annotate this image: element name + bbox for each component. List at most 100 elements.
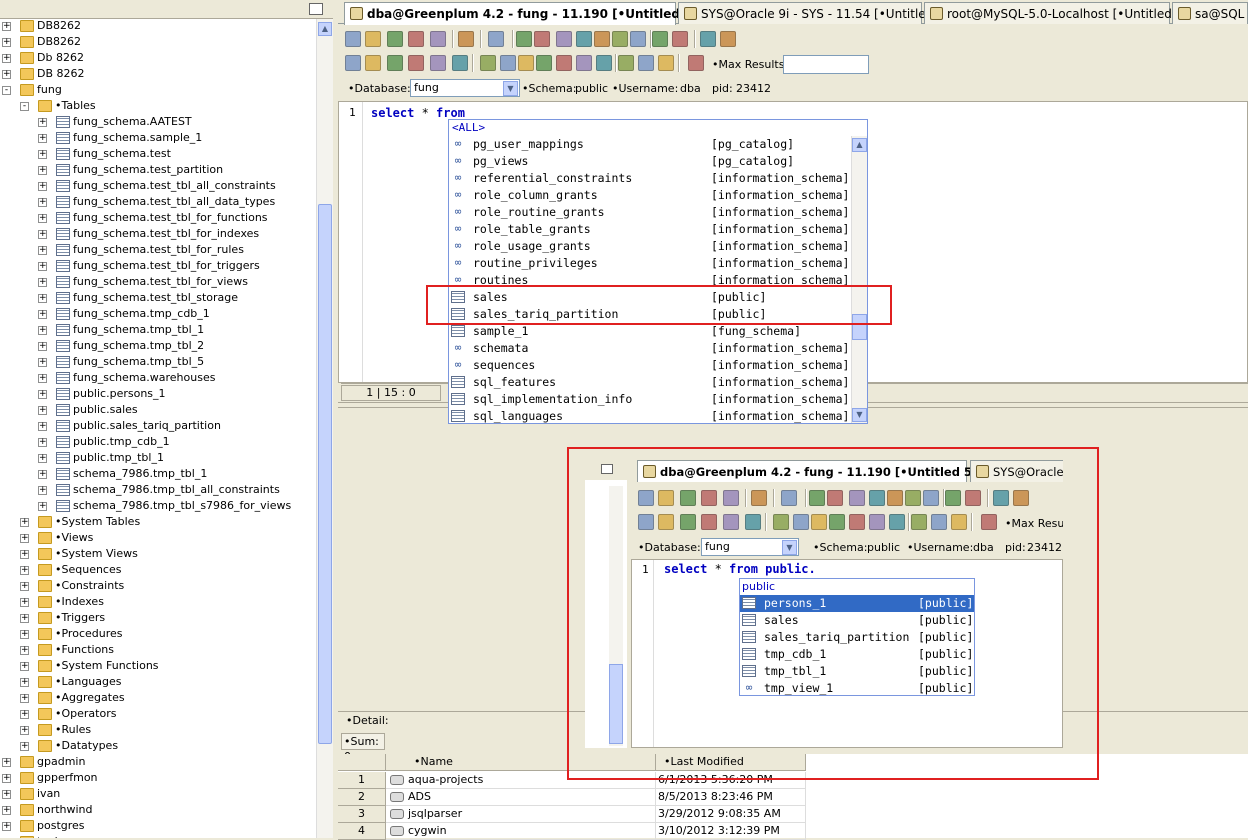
toolbar-button-icon[interactable] xyxy=(630,31,646,47)
tree-node[interactable]: + •System Functions xyxy=(0,658,316,674)
toolbar-button-icon[interactable] xyxy=(516,31,532,47)
autocomplete-item[interactable]: ∞ schemata [information_schema] xyxy=(449,340,851,357)
tree-node[interactable]: + fung_schema.tmp_cdb_1 xyxy=(0,306,316,322)
expand-icon[interactable]: + xyxy=(38,470,47,479)
toolbar-button-icon[interactable] xyxy=(556,55,572,71)
tree-node[interactable]: + public.sales xyxy=(0,402,316,418)
toolbar-button-icon[interactable] xyxy=(365,55,381,71)
database-select[interactable]: fung ▼ xyxy=(410,79,520,97)
expand-icon[interactable]: + xyxy=(38,406,47,415)
expand-icon[interactable]: + xyxy=(20,710,29,719)
autocomplete-item[interactable]: ∞ sequences [information_schema] xyxy=(449,357,851,374)
autocomplete-item[interactable]: ∞ role_routine_grants [information_schema] xyxy=(449,204,851,221)
expand-icon[interactable]: + xyxy=(38,310,47,319)
tree-node[interactable]: + fung_schema.test_tbl_for_functions xyxy=(0,210,316,226)
tree-node[interactable]: + •Triggers xyxy=(0,610,316,626)
autocomplete-item[interactable]: sql_features [information_schema] xyxy=(449,374,851,391)
expand-icon[interactable]: + xyxy=(20,534,29,543)
toolbar-button-icon[interactable] xyxy=(594,31,610,47)
tree-node[interactable]: + fung_schema.sample_1 xyxy=(0,130,316,146)
toolbar-button-icon[interactable] xyxy=(652,31,668,47)
expand-icon[interactable]: + xyxy=(20,598,29,607)
tree-node[interactable]: + DB8262 xyxy=(0,34,316,50)
tree-node[interactable]: + ivan xyxy=(0,786,316,802)
expand-icon[interactable]: + xyxy=(38,134,47,143)
expand-icon[interactable]: + xyxy=(38,294,47,303)
toolbar-button-icon[interactable] xyxy=(638,55,654,71)
tree-node[interactable]: + fung_schema.test_tbl_for_views xyxy=(0,274,316,290)
autocomplete-item[interactable]: sql_implementation_info [information_sche… xyxy=(449,391,851,408)
scroll-up-icon[interactable]: ▲ xyxy=(852,138,867,152)
restore-icon[interactable] xyxy=(309,3,323,15)
expand-icon[interactable]: + xyxy=(20,742,29,751)
toolbar-button-icon[interactable] xyxy=(534,31,550,47)
tree-node[interactable]: - fung xyxy=(0,82,316,98)
collapse-icon[interactable]: - xyxy=(20,102,29,111)
expand-icon[interactable]: + xyxy=(38,502,47,511)
tab-greenplum[interactable]: dba@Greenplum 4.2 - fung - 11.190 [•Unti… xyxy=(344,2,722,25)
toolbar-button-icon[interactable] xyxy=(576,31,592,47)
toolbar-button-icon[interactable] xyxy=(556,31,572,47)
expand-icon[interactable]: + xyxy=(2,758,11,767)
toolbar-button-icon[interactable] xyxy=(596,55,612,71)
expand-icon[interactable]: + xyxy=(20,518,29,527)
tree-node[interactable]: - •Tables xyxy=(0,98,316,114)
autocomplete-item[interactable]: ∞ routine_privileges [information_schema] xyxy=(449,255,851,272)
tab-mysql[interactable]: root@MySQL-5.0-Localhost [•Untitled 2]*✕ xyxy=(924,2,1212,24)
expand-icon[interactable]: + xyxy=(20,550,29,559)
toolbar-button-icon[interactable] xyxy=(408,31,424,47)
expand-icon[interactable]: + xyxy=(20,678,29,687)
tree-node[interactable]: + Db 8262 xyxy=(0,50,316,66)
toolbar-button-icon[interactable] xyxy=(700,31,716,47)
expand-icon[interactable]: + xyxy=(2,806,11,815)
tree-scrollbar[interactable]: ▲ xyxy=(316,19,333,838)
expand-icon[interactable]: + xyxy=(38,166,47,175)
tree-node[interactable]: +tevie xyxy=(0,834,316,838)
expand-icon[interactable]: + xyxy=(38,422,47,431)
expand-icon[interactable]: + xyxy=(2,54,11,63)
tree-node[interactable]: + fung_schema.test xyxy=(0,146,316,162)
expand-icon[interactable]: + xyxy=(38,182,47,191)
tree-node[interactable]: + fung_schema.test_partition xyxy=(0,162,316,178)
tree-node[interactable]: + •Sequences xyxy=(0,562,316,578)
toolbar-button-icon[interactable] xyxy=(500,55,516,71)
toolbar-button-icon[interactable] xyxy=(672,31,688,47)
expand-icon[interactable]: + xyxy=(20,694,29,703)
tab-sqlserver[interactable]: sa@SQL Se xyxy=(1172,2,1248,24)
expand-icon[interactable]: + xyxy=(2,38,11,47)
expand-icon[interactable]: + xyxy=(20,614,29,623)
tree-node[interactable]: + public.tmp_cdb_1 xyxy=(0,434,316,450)
sql-code-line[interactable]: select * from xyxy=(371,106,465,120)
expand-icon[interactable]: + xyxy=(38,214,47,223)
autocomplete-item[interactable]: ∞ pg_user_mappings [pg_catalog] xyxy=(449,136,851,153)
tree-node[interactable]: + fung_schema.test_tbl_for_triggers xyxy=(0,258,316,274)
sum-button[interactable]: •Sum: 0 xyxy=(341,733,385,763)
tree-node[interactable]: + DB8262 xyxy=(0,18,316,34)
scroll-thumb[interactable] xyxy=(318,204,332,744)
tree-node[interactable]: + fung_schema.AATEST xyxy=(0,114,316,130)
toolbar-button-icon[interactable] xyxy=(720,31,736,47)
toolbar-button-icon[interactable] xyxy=(688,55,704,71)
toolbar-button-icon[interactable] xyxy=(345,55,361,71)
autocomplete-item[interactable]: ∞ role_usage_grants [information_schema] xyxy=(449,238,851,255)
expand-icon[interactable]: + xyxy=(2,790,11,799)
tree-node[interactable]: + northwind xyxy=(0,802,316,818)
collapse-icon[interactable]: - xyxy=(2,86,11,95)
toolbar-button-icon[interactable] xyxy=(480,55,496,71)
autocomplete-item[interactable]: ∞ role_table_grants [information_schema] xyxy=(449,221,851,238)
expand-icon[interactable]: + xyxy=(2,774,11,783)
max-results-input[interactable] xyxy=(783,55,869,74)
table-row[interactable]: 4 cygwin 3/10/2012 3:12:39 PM xyxy=(338,823,808,840)
toolbar-button-icon[interactable] xyxy=(408,55,424,71)
toolbar-button-icon[interactable] xyxy=(618,55,634,71)
toolbar-button-icon[interactable] xyxy=(658,55,674,71)
expand-icon[interactable]: + xyxy=(20,566,29,575)
tree-node[interactable]: + •Operators xyxy=(0,706,316,722)
expand-icon[interactable]: + xyxy=(2,22,11,31)
tree-node[interactable]: + •Views xyxy=(0,530,316,546)
toolbar-button-icon[interactable] xyxy=(536,55,552,71)
tree-node[interactable]: + fung_schema.tmp_tbl_1 xyxy=(0,322,316,338)
toolbar-button-icon[interactable] xyxy=(612,31,628,47)
tree-node[interactable]: + public.persons_1 xyxy=(0,386,316,402)
autocomplete-item[interactable]: ∞ referential_constraints [information_sch… xyxy=(449,170,851,187)
